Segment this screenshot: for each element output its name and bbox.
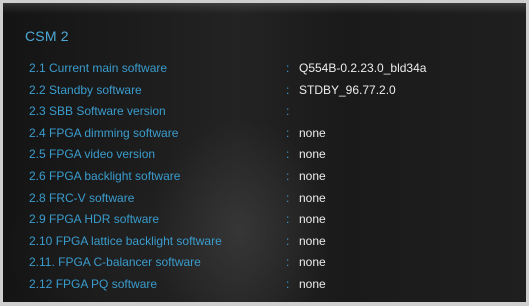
row-separator: : — [286, 212, 290, 227]
row-separator: : — [286, 168, 290, 183]
menu-row-fpga-dimming-software[interactable]: 2.4 FPGA dimming software : none — [0, 123, 529, 145]
row-value: none — [299, 168, 326, 183]
row-separator: : — [286, 82, 290, 97]
row-label: 2.12 FPGA PQ software — [29, 276, 158, 291]
row-label: 2.5 FPGA video version — [29, 147, 156, 162]
row-label: 2.1 Current main software — [29, 61, 168, 75]
menu-row-current-main-software[interactable]: 2.1 Current main software : Q554B-0.2.23… — [0, 58, 529, 80]
row-value: none — [299, 233, 326, 248]
menu-list: 2.1 Current main software : Q554B-0.2.23… — [0, 58, 529, 296]
menu-title: CSM 2 — [25, 28, 69, 44]
menu-row-frc-v-software[interactable]: 2.8 FRC-V software : none — [0, 188, 529, 210]
row-separator: : — [286, 276, 290, 291]
row-separator: : — [286, 61, 290, 75]
menu-row-fpga-backlight-software[interactable]: 2.6 FPGA backlight software : none — [0, 166, 529, 188]
row-value: Q554B-0.2.23.0_bld34a — [299, 61, 427, 75]
row-separator: : — [286, 125, 290, 140]
menu-row-standby-software[interactable]: 2.2 Standby software : STDBY_96.77.2.0 — [0, 80, 529, 102]
row-separator: : — [286, 190, 290, 205]
row-label: 2.2 Standby software — [29, 82, 142, 97]
row-label: 2.11. FPGA C-balancer software — [29, 255, 201, 270]
menu-row-sbb-software-version[interactable]: 2.3 SBB Software version : — [0, 101, 529, 123]
row-label: 2.10 FPGA lattice backlight software — [29, 233, 222, 248]
menu-row-fpga-hdr-software[interactable]: 2.9 FPGA HDR software : none — [0, 209, 529, 231]
row-value: none — [299, 255, 326, 270]
row-label: 2.9 FPGA HDR software — [29, 212, 160, 227]
row-value: none — [299, 212, 326, 227]
row-separator: : — [286, 233, 290, 248]
menu-row-fpga-c-balancer-software[interactable]: 2.11. FPGA C-balancer software : none — [0, 252, 529, 274]
row-value: none — [299, 125, 326, 140]
menu-row-fpga-lattice-backlight-software[interactable]: 2.10 FPGA lattice backlight software : n… — [0, 231, 529, 253]
row-separator: : — [286, 255, 290, 270]
row-label: 2.8 FRC-V software — [29, 190, 135, 205]
menu-row-fpga-pq-software[interactable]: 2.12 FPGA PQ software : none — [0, 274, 529, 296]
row-value: none — [299, 190, 326, 205]
menu-row-fpga-video-version[interactable]: 2.5 FPGA video version : none — [0, 144, 529, 166]
row-value: none — [299, 147, 326, 162]
row-label: 2.6 FPGA backlight software — [29, 168, 181, 183]
row-value: none — [299, 276, 326, 291]
row-label: 2.3 SBB Software version — [29, 104, 166, 119]
row-separator: : — [286, 147, 290, 162]
row-separator: : — [286, 104, 290, 119]
row-value: STDBY_96.77.2.0 — [299, 82, 396, 97]
row-label: 2.4 FPGA dimming software — [29, 125, 179, 140]
tv-service-menu-screen: CSM 2 2.1 Current main software : Q554B-… — [0, 0, 529, 306]
